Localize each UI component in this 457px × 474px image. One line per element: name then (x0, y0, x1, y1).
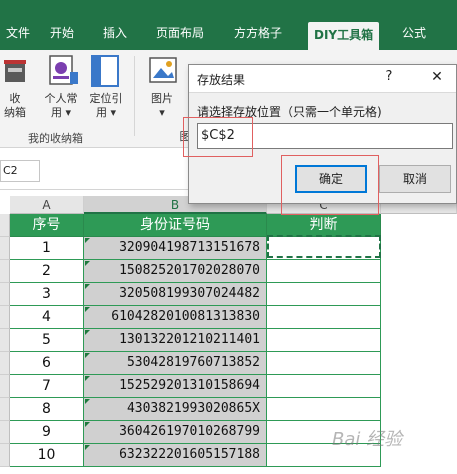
judgement-cell[interactable] (267, 283, 381, 306)
sequence-cell[interactable]: 4 (10, 306, 84, 329)
ribbon-separator (134, 56, 135, 136)
text-number-warning-icon (85, 422, 90, 427)
id-number-cell[interactable]: 320508199307024482 (84, 283, 267, 306)
text-number-warning-icon (85, 284, 90, 289)
tab-formula[interactable]: 公式 (396, 22, 432, 46)
judgement-cell[interactable] (267, 375, 381, 398)
text-number-warning-icon (85, 307, 90, 312)
image-button[interactable]: 图片 ▾ (144, 92, 180, 120)
tab-insert[interactable]: 插入 (97, 22, 133, 46)
id-number-cell[interactable]: 632322201605157188 (84, 444, 267, 467)
tab-fangfang[interactable]: 方方格子 (228, 22, 288, 46)
tab-diy-toolbox[interactable]: DIY工具箱 (308, 22, 380, 50)
ok-button[interactable]: 确定 (295, 165, 367, 193)
judgement-cell[interactable] (267, 260, 381, 283)
id-number-cell[interactable]: 130132201210211401 (84, 329, 267, 352)
cancel-button[interactable]: 取消 (379, 165, 451, 193)
row-header[interactable] (0, 398, 10, 421)
judgement-cell[interactable] (267, 398, 381, 421)
sequence-cell[interactable]: 6 (10, 352, 84, 375)
text-number-warning-icon (85, 445, 90, 450)
image-icon (149, 57, 177, 83)
judgement-cell[interactable] (267, 329, 381, 352)
id-number-cell[interactable]: 53042819760713852 (84, 352, 267, 375)
collect-box-button[interactable]: 收 纳箱 (0, 92, 30, 120)
id-number-cell[interactable]: 150825201702028070 (84, 260, 267, 283)
row-header[interactable] (0, 421, 10, 444)
dialog-title-bar: 存放结果 ? ✕ (189, 65, 456, 93)
row-header[interactable] (0, 352, 10, 375)
row-header[interactable] (0, 329, 10, 352)
judgement-cell[interactable] (267, 237, 381, 260)
row-header[interactable] (0, 375, 10, 398)
table-header-cell[interactable]: 序号 (10, 214, 84, 237)
row-header[interactable] (0, 306, 10, 329)
id-number-cell[interactable]: 360426197010268799 (84, 421, 267, 444)
column-header-a[interactable]: A (10, 196, 84, 214)
row-header[interactable] (0, 444, 10, 467)
close-icon[interactable]: ✕ (425, 69, 449, 85)
group-label: 我的收纳箱 (28, 132, 83, 145)
personal-common-button[interactable]: 个人常 用 ▾ (38, 92, 84, 120)
row-header[interactable] (0, 260, 10, 283)
row-header[interactable] (0, 237, 10, 260)
table-header-cell[interactable]: 身份证号码 (84, 214, 267, 237)
text-number-warning-icon (85, 399, 90, 404)
dialog-prompt: 请选择存放位置（只需一个单元格) (197, 105, 382, 119)
sequence-cell[interactable]: 1 (10, 237, 84, 260)
text-number-warning-icon (85, 376, 90, 381)
table-header-cell[interactable]: 判断 (267, 214, 381, 237)
sequence-cell[interactable]: 7 (10, 375, 84, 398)
text-number-warning-icon (85, 238, 90, 243)
locate-reference-button[interactable]: 定位引 用 ▾ (84, 92, 128, 120)
sequence-cell[interactable]: 2 (10, 260, 84, 283)
row-header[interactable] (0, 214, 10, 237)
text-number-warning-icon (85, 353, 90, 358)
judgement-cell[interactable] (267, 306, 381, 329)
help-icon[interactable]: ? (379, 69, 399, 84)
judgement-cell[interactable] (267, 352, 381, 375)
tab-file[interactable]: 文件 (0, 22, 36, 46)
id-number-cell[interactable]: 152529201310158694 (84, 375, 267, 398)
sequence-cell[interactable]: 9 (10, 421, 84, 444)
sequence-cell[interactable]: 3 (10, 283, 84, 306)
sequence-cell[interactable]: 8 (10, 398, 84, 421)
row-header[interactable] (0, 283, 10, 306)
text-number-warning-icon (85, 261, 90, 266)
id-number-cell[interactable]: 610428201008131383​0 (84, 306, 267, 329)
locate-reference-icon (91, 55, 119, 87)
sequence-cell[interactable]: 5 (10, 329, 84, 352)
text-number-warning-icon (85, 330, 90, 335)
sequence-cell[interactable]: 10 (10, 444, 84, 467)
name-box[interactable]: C2 (0, 160, 40, 182)
tab-home[interactable]: 开始 (44, 22, 80, 46)
save-result-dialog: 存放结果 ? ✕ 请选择存放位置（只需一个单元格) $C$2 确定 取消 (188, 64, 457, 204)
id-number-cell[interactable]: 430382199302​0865X (84, 398, 267, 421)
personal-common-icon (49, 55, 78, 85)
tab-page-layout[interactable]: 页面布局 (150, 22, 210, 46)
location-input[interactable]: $C$2 (197, 123, 453, 149)
title-bar (0, 0, 457, 14)
watermark: Bai 经验 (332, 429, 403, 450)
ribbon-tabs: 文件 开始 插入 页面布局 方方格子 DIY工具箱 公式 (0, 14, 457, 50)
id-number-cell[interactable]: 320904198713151678 (84, 237, 267, 260)
collect-box-icon (4, 60, 26, 82)
dialog-title: 存放结果 (197, 73, 246, 87)
